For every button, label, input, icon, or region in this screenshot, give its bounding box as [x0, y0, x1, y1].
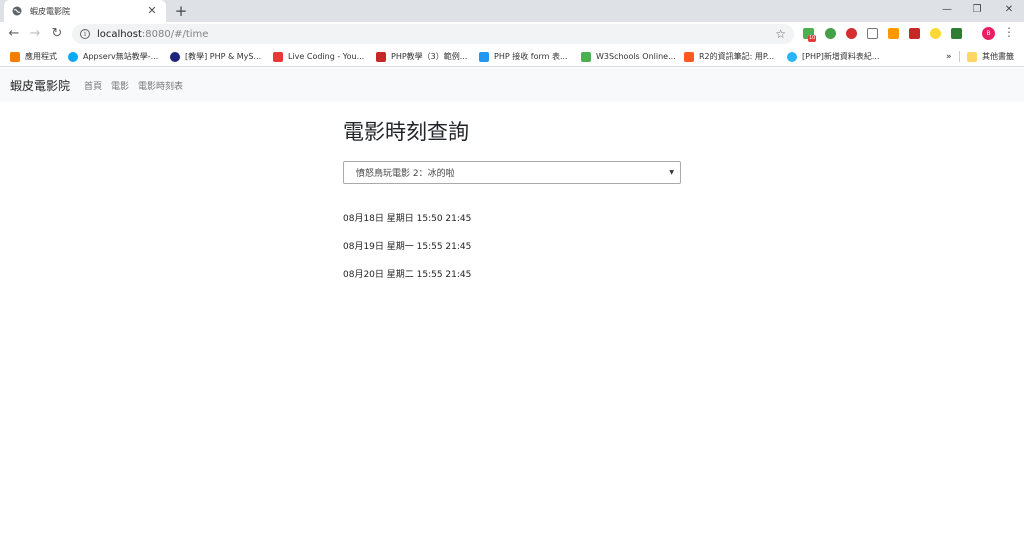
movie-select[interactable]: 憤怒鳥玩電影 2：冰的啦 ▼ [343, 161, 681, 184]
bookmark-favicon-icon [376, 51, 386, 62]
bookmark-item[interactable]: Live Coding - You... [273, 50, 364, 63]
bookmark-item[interactable]: PHP 接收 form 表... [479, 50, 568, 63]
showtime-item: 08月18日 星期日 15:50 21:45 [343, 214, 472, 224]
bookmark-favicon-icon [68, 51, 78, 62]
address-bar[interactable]: i localhost:8080/#/time ☆ [72, 24, 794, 44]
nav-link-movies[interactable]: 電影 [111, 79, 129, 92]
forward-button[interactable]: → [26, 25, 44, 43]
extension-icon[interactable] [825, 28, 836, 39]
tab-strip: 蝦皮電影院 ✕ + — ❐ ✕ [0, 0, 1024, 22]
url-path: :8080/#/time [141, 28, 209, 40]
extension-badge: 10 [808, 35, 817, 42]
wordpress-icon [787, 51, 797, 62]
profile-avatar[interactable]: B [982, 27, 995, 40]
minimize-button[interactable]: — [932, 0, 962, 22]
movie-select-value: 憤怒鳥玩電影 2：冰的啦 [356, 169, 455, 179]
extension-icon[interactable] [909, 28, 920, 39]
globe-icon [12, 6, 22, 16]
close-window-button[interactable]: ✕ [994, 0, 1024, 22]
close-tab-icon[interactable]: ✕ [146, 5, 158, 17]
browser-tab[interactable]: 蝦皮電影院 ✕ [4, 0, 166, 22]
bookmark-favicon-icon [479, 51, 489, 62]
reload-button[interactable]: ↻ [48, 25, 66, 43]
bookmark-item[interactable]: [PHP]新增資料表紀... [787, 50, 880, 63]
bookmark-star-icon[interactable]: ☆ [775, 27, 786, 41]
showtime-item: 08月20日 星期二 15:55 21:45 [343, 270, 472, 280]
menu-icon[interactable]: ⋮ [1003, 25, 1015, 39]
restore-button[interactable]: ❐ [962, 0, 992, 22]
nav-link-timetable[interactable]: 電影時刻表 [138, 79, 183, 92]
apps-icon [10, 51, 20, 62]
bookmark-item[interactable]: R2的資訊筆記: 用P... [684, 50, 774, 63]
site-brand[interactable]: 蝦皮電影院 [10, 77, 70, 94]
bookmark-item[interactable]: 應用程式 [10, 50, 57, 63]
more-bookmarks-button[interactable]: » [946, 50, 952, 63]
url-host: localhost [97, 28, 142, 40]
browser-toolbar: ← → ↻ i localhost:8080/#/time ☆ 10 B ⋮ [0, 22, 1024, 46]
back-button[interactable]: ← [5, 25, 23, 43]
new-tab-button[interactable]: + [173, 2, 189, 20]
extension-icon[interactable] [951, 28, 962, 39]
bookmark-favicon-icon [581, 51, 591, 62]
extension-icon[interactable] [930, 28, 941, 39]
youtube-icon [273, 51, 283, 62]
bookmark-favicon-icon [170, 51, 180, 62]
showtime-item: 08月19日 星期一 15:55 21:45 [343, 242, 472, 252]
bookmarks-bar: 應用程式 Appserv無站教學-... [教學] PHP & MyS... L… [0, 46, 1024, 67]
bookmarks-divider [959, 51, 960, 62]
tab-title: 蝦皮電影院 [30, 6, 70, 16]
extension-icon[interactable] [846, 28, 857, 39]
bookmark-item[interactable]: [教學] PHP & MyS... [170, 50, 261, 63]
nav-link-home[interactable]: 首頁 [84, 79, 102, 92]
showtime-list: 08月18日 星期日 15:50 21:45 08月19日 星期一 15:55 … [343, 212, 681, 296]
extension-icon[interactable] [888, 28, 899, 39]
folder-icon [967, 51, 977, 62]
site-navbar: 蝦皮電影院 首頁 電影 電影時刻表 [0, 68, 1024, 102]
bookmark-item[interactable]: W3Schools Online... [581, 50, 676, 63]
dropdown-caret-icon: ▼ [669, 169, 674, 176]
main-content: 電影時刻查詢 憤怒鳥玩電影 2：冰的啦 ▼ 08月18日 星期日 15:50 2… [343, 118, 681, 296]
page-title: 電影時刻查詢 [343, 120, 469, 144]
bookmark-item[interactable]: PHP教學（3）範例... [376, 50, 467, 63]
extension-icon[interactable] [867, 28, 878, 39]
bookmark-item[interactable]: Appserv無站教學-... [68, 50, 158, 63]
blogger-icon [684, 51, 694, 62]
info-icon[interactable]: i [80, 29, 90, 39]
other-bookmarks[interactable]: 其他書籤 [967, 50, 1014, 63]
